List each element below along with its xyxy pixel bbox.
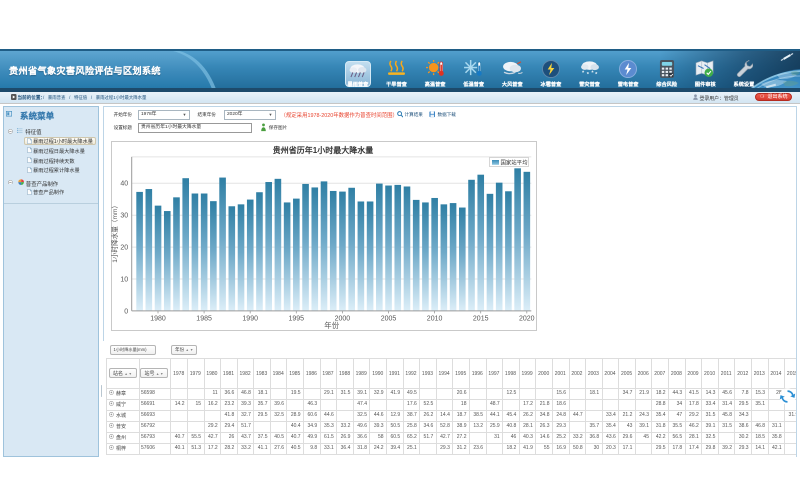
svg-text:30: 30 — [120, 212, 128, 219]
svg-text:20: 20 — [120, 244, 128, 251]
svg-text:2020: 2020 — [519, 315, 535, 322]
svg-text:*: * — [586, 72, 589, 76]
svg-text:0: 0 — [124, 308, 128, 315]
svg-text:贵州省历年1小时最大降水量: 贵州省历年1小时最大降水量 — [273, 145, 373, 155]
svg-text:2010: 2010 — [427, 315, 443, 322]
svg-text:1990: 1990 — [242, 315, 258, 322]
svg-text:1980: 1980 — [150, 315, 166, 322]
svg-text:年份: 年份 — [324, 321, 339, 330]
svg-text:2005: 2005 — [381, 315, 397, 322]
svg-text:1985: 1985 — [196, 315, 212, 322]
svg-text:*: * — [582, 71, 585, 76]
svg-text:1995: 1995 — [289, 315, 305, 322]
svg-text:40: 40 — [120, 180, 128, 187]
svg-text:10: 10 — [120, 276, 128, 283]
svg-text:*: * — [595, 72, 598, 76]
svg-text:*: * — [591, 71, 594, 76]
svg-text:2015: 2015 — [473, 315, 489, 322]
svg-text:国家站平均: 国家站平均 — [501, 158, 528, 166]
svg-text:1小时降水量（mm）: 1小时降水量（mm） — [111, 202, 119, 263]
